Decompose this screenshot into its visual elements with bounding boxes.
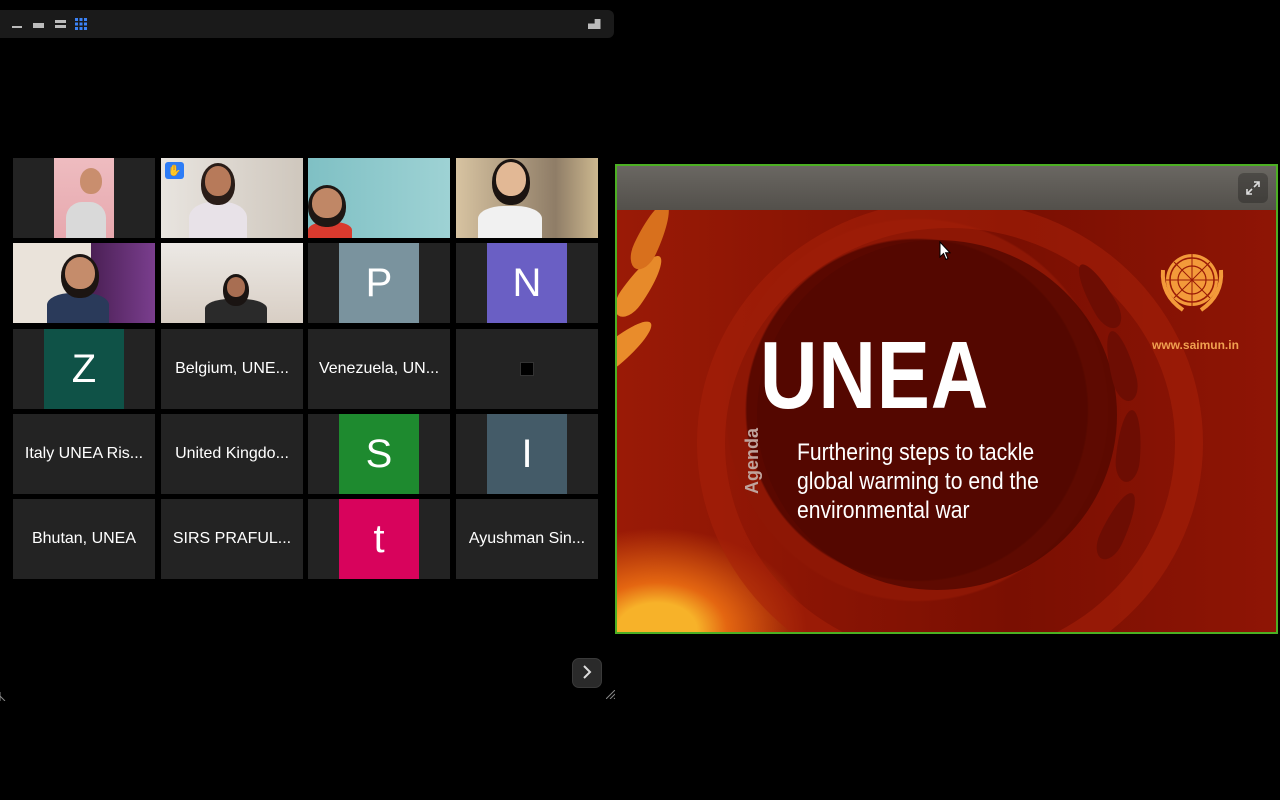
participant-tile[interactable] — [456, 158, 598, 238]
participant-face — [205, 166, 231, 196]
slide-title: UNEA — [760, 322, 990, 429]
expand-icon[interactable] — [1238, 173, 1268, 203]
participant-tile[interactable] — [456, 329, 598, 409]
participant-body — [189, 202, 247, 238]
shared-screen-titlebar — [617, 166, 1276, 210]
participant-tile[interactable]: Ayushman Sin... — [456, 499, 598, 579]
participant-avatar: N — [487, 243, 567, 323]
slide-url: www.saimun.in — [1152, 338, 1239, 352]
participant-tile[interactable] — [13, 243, 155, 323]
participant-name: Italy UNEA Ris... — [24, 445, 144, 462]
participant-face — [312, 188, 342, 218]
participant-avatar: S — [339, 414, 419, 494]
participant-avatar: Z — [44, 329, 124, 409]
participant-tile[interactable]: United Kingdo... — [161, 414, 303, 494]
participant-tile[interactable]: Z — [13, 329, 155, 409]
participant-face — [80, 168, 102, 194]
camera-off-icon — [520, 362, 534, 376]
participant-tile[interactable]: P — [308, 243, 450, 323]
agenda-text: Furthering steps to tackle global warmin… — [797, 439, 1039, 524]
chevron-right-icon — [582, 663, 592, 684]
participant-body — [66, 202, 106, 238]
shared-screen[interactable]: UNEA Agenda Furthering steps to tackle g… — [615, 164, 1278, 634]
participant-name: Bhutan, UNEA — [31, 530, 137, 547]
participant-tile[interactable]: N — [456, 243, 598, 323]
participant-tile[interactable] — [308, 158, 450, 238]
un-emblem-icon — [1160, 254, 1224, 312]
resize-handle-right[interactable] — [606, 690, 615, 699]
participant-tile[interactable]: SIRS PRAFUL... — [161, 499, 303, 579]
participant-avatar: I — [487, 414, 567, 494]
participant-name: United Kingdo... — [175, 445, 289, 462]
participant-video — [54, 158, 114, 238]
leaf-decoration — [617, 313, 659, 379]
minimize-icon[interactable] — [7, 10, 27, 38]
participant-tile[interactable]: I — [456, 414, 598, 494]
participant-tile[interactable]: ✋ — [161, 158, 303, 238]
participant-video — [308, 158, 450, 238]
participant-name: SIRS PRAFUL... — [172, 530, 292, 547]
participant-tile[interactable]: Bhutan, UNEA — [13, 499, 155, 579]
next-page-button[interactable] — [572, 658, 602, 688]
participant-tile[interactable]: t — [308, 499, 450, 579]
participant-name: Belgium, UNE... — [175, 360, 289, 377]
participant-video — [161, 243, 303, 323]
participant-video — [456, 158, 598, 238]
participant-tile[interactable]: Belgium, UNE... — [161, 329, 303, 409]
participant-tile[interactable] — [13, 158, 155, 238]
participant-tile[interactable]: Venezuela, UN... — [308, 329, 450, 409]
participant-tile[interactable] — [161, 243, 303, 323]
participant-avatar: t — [339, 499, 419, 579]
participant-avatar: P — [339, 243, 419, 323]
participant-face — [227, 277, 245, 297]
raised-hand-icon: ✋ — [165, 162, 184, 179]
participant-body — [478, 206, 542, 238]
gallery-toolbar — [0, 10, 614, 38]
participant-tile[interactable]: Italy UNEA Ris... — [13, 414, 155, 494]
agenda-label: Agenda — [742, 427, 762, 494]
speaker-view-icon[interactable] — [50, 10, 70, 38]
participant-face — [496, 162, 526, 196]
participant-video — [13, 243, 155, 323]
resize-handle-left[interactable] — [0, 692, 9, 701]
presentation-slide: UNEA Agenda Furthering steps to tackle g… — [617, 210, 1276, 632]
participant-tile[interactable]: S — [308, 414, 450, 494]
participant-face — [65, 257, 95, 289]
participant-name: Ayushman Sin... — [468, 530, 586, 547]
exit-fullscreen-icon[interactable] — [586, 10, 602, 38]
mouse-cursor-icon — [939, 241, 951, 261]
thumbnail-strip-icon[interactable] — [28, 10, 48, 38]
gallery-view-icon[interactable] — [71, 10, 91, 38]
participant-name: Venezuela, UN... — [318, 360, 440, 377]
